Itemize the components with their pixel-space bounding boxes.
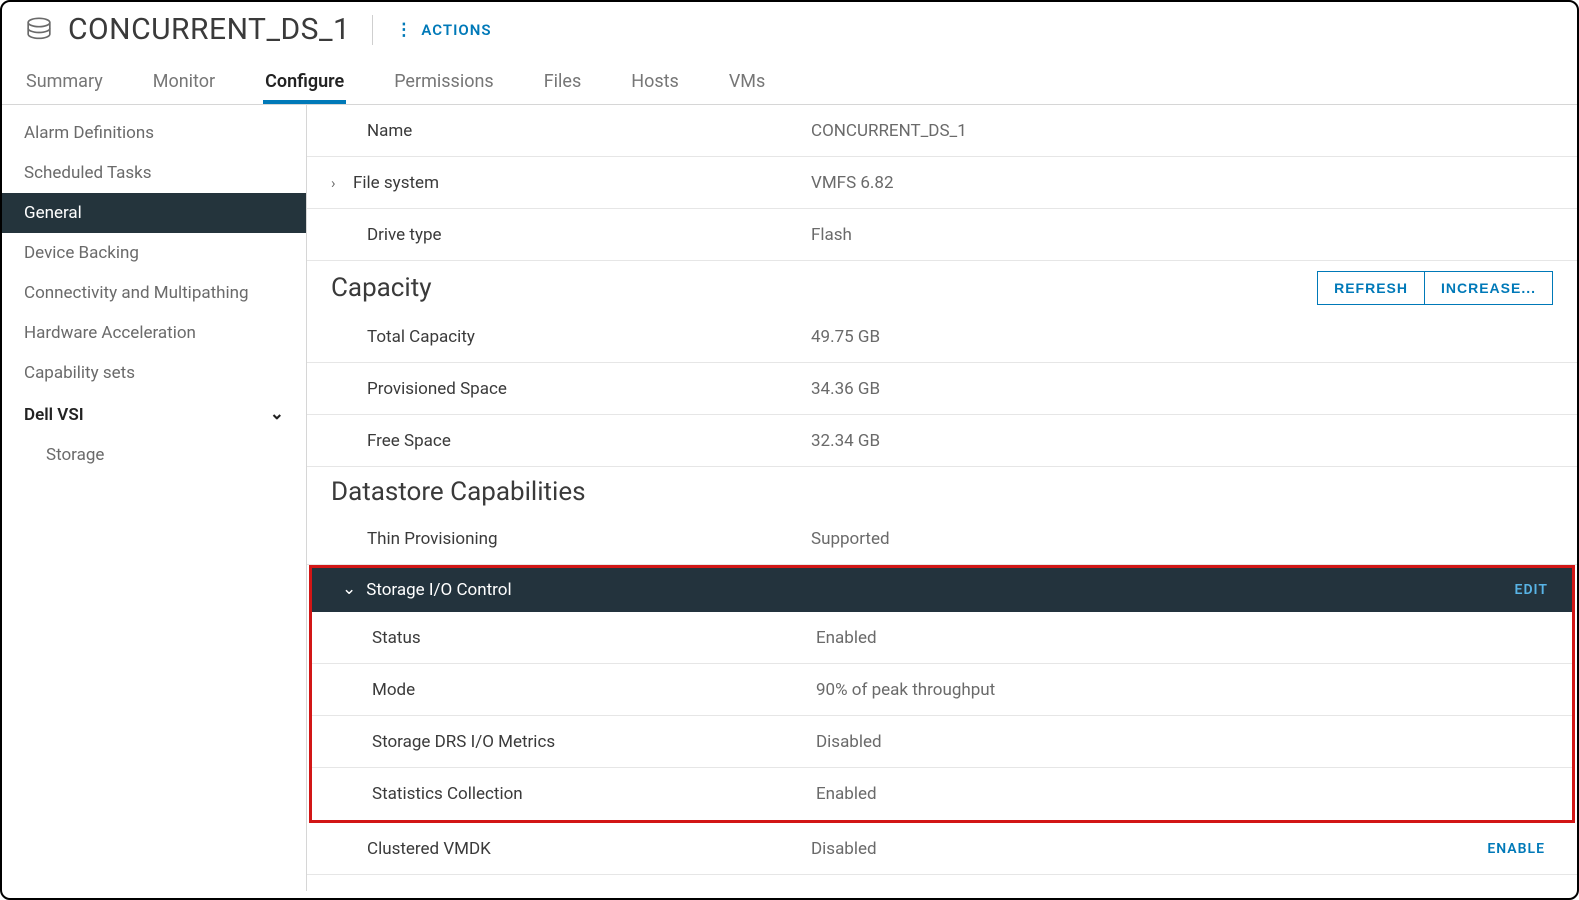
chevron-down-icon: ⌄	[270, 404, 284, 424]
prop-row-sioc-status: Status Enabled	[312, 612, 1572, 664]
prop-row-sioc-mode: Mode 90% of peak throughput	[312, 664, 1572, 716]
prop-value: Supported	[811, 529, 1553, 549]
sidebar-item-device-backing[interactable]: Device Backing	[2, 233, 306, 273]
tab-configure[interactable]: Configure	[263, 61, 346, 104]
prop-value: Disabled	[811, 839, 1487, 859]
prop-label: Total Capacity	[331, 327, 811, 347]
sidebar-group-dell-vsi[interactable]: Dell VSI ⌄	[2, 393, 306, 435]
prop-value: Enabled	[816, 784, 1548, 804]
main-panel: Name CONCURRENT_DS_1 ›File system VMFS 6…	[307, 105, 1577, 891]
page-title: CONCURRENT_DS_1	[68, 12, 350, 47]
section-title: Datastore Capabilities	[331, 477, 586, 507]
sidebar-item-connectivity-multipathing[interactable]: Connectivity and Multipathing	[2, 273, 306, 313]
prop-value: Flash	[811, 225, 1553, 245]
sidebar-item-capability-sets[interactable]: Capability sets	[2, 353, 306, 393]
divider	[372, 15, 373, 45]
tab-permissions[interactable]: Permissions	[392, 61, 496, 104]
prop-row-name: Name CONCURRENT_DS_1	[307, 105, 1577, 157]
prop-label: Provisioned Space	[331, 379, 811, 399]
sidebar-item-hardware-acceleration[interactable]: Hardware Acceleration	[2, 313, 306, 353]
prop-row-provisioned-space: Provisioned Space 34.36 GB	[307, 363, 1577, 415]
prop-label: Drive type	[331, 225, 811, 245]
prop-label: ›File system	[331, 173, 811, 193]
prop-row-file-system[interactable]: ›File system VMFS 6.82	[307, 157, 1577, 209]
prop-label: Thin Provisioning	[331, 529, 811, 549]
prop-label: Statistics Collection	[336, 784, 816, 804]
enable-button[interactable]: ENABLE	[1487, 841, 1553, 857]
kebab-icon: ⋮	[395, 26, 413, 34]
sidebar-item-general[interactable]: General	[2, 193, 306, 233]
storage-io-control-highlight: ⌄ Storage I/O Control EDIT Status Enable…	[309, 565, 1575, 823]
chevron-right-icon: ›	[331, 174, 343, 192]
refresh-button[interactable]: REFRESH	[1317, 271, 1425, 305]
prop-row-free-space: Free Space 32.34 GB	[307, 415, 1577, 467]
prop-label: Mode	[336, 680, 816, 700]
prop-label: Name	[331, 121, 811, 141]
tab-summary[interactable]: Summary	[24, 61, 105, 104]
sioc-header-label: Storage I/O Control	[366, 580, 511, 600]
prop-row-thin-provisioning: Thin Provisioning Supported	[307, 513, 1577, 565]
prop-label: Storage DRS I/O Metrics	[336, 732, 816, 752]
datastore-icon	[24, 15, 54, 45]
prop-value: CONCURRENT_DS_1	[811, 121, 1553, 141]
actions-menu-button[interactable]: ⋮ ACTIONS	[395, 21, 491, 39]
sidebar-item-alarm-definitions[interactable]: Alarm Definitions	[2, 113, 306, 153]
prop-value: Disabled	[816, 732, 1548, 752]
prop-row-clustered-vmdk: Clustered VMDK Disabled ENABLE	[307, 823, 1577, 875]
capacity-buttons: REFRESH INCREASE...	[1317, 271, 1553, 305]
prop-row-drive-type: Drive type Flash	[307, 209, 1577, 261]
sidebar-item-scheduled-tasks[interactable]: Scheduled Tasks	[2, 153, 306, 193]
prop-value: VMFS 6.82	[811, 173, 1553, 193]
prop-value: 49.75 GB	[811, 327, 1553, 347]
prop-label: Clustered VMDK	[331, 839, 811, 859]
prop-label: Status	[336, 628, 816, 648]
section-header-capacity: Capacity REFRESH INCREASE...	[307, 261, 1577, 311]
tab-monitor[interactable]: Monitor	[151, 61, 217, 104]
tab-hosts[interactable]: Hosts	[629, 61, 681, 104]
increase-button[interactable]: INCREASE...	[1425, 271, 1553, 305]
content: Alarm Definitions Scheduled Tasks Genera…	[2, 105, 1577, 891]
prop-value: 34.36 GB	[811, 379, 1553, 399]
sidebar: Alarm Definitions Scheduled Tasks Genera…	[2, 105, 307, 891]
tab-bar: Summary Monitor Configure Permissions Fi…	[2, 53, 1577, 105]
prop-row-sioc-stats: Statistics Collection Enabled	[312, 768, 1572, 820]
row-storage-io-control[interactable]: ⌄ Storage I/O Control EDIT	[312, 568, 1572, 612]
actions-label: ACTIONS	[421, 21, 491, 39]
page-header: CONCURRENT_DS_1 ⋮ ACTIONS	[2, 2, 1577, 53]
prop-value: Enabled	[816, 628, 1548, 648]
section-title: Capacity	[331, 273, 432, 303]
prop-row-total-capacity: Total Capacity 49.75 GB	[307, 311, 1577, 363]
prop-label: Free Space	[331, 431, 811, 451]
sidebar-group-label: Dell VSI	[24, 405, 84, 425]
tab-vms[interactable]: VMs	[727, 61, 767, 104]
prop-row-sioc-drs: Storage DRS I/O Metrics Disabled	[312, 716, 1572, 768]
prop-value: 90% of peak throughput	[816, 680, 1548, 700]
sidebar-item-storage[interactable]: Storage	[2, 435, 306, 475]
chevron-down-icon: ⌄	[342, 579, 356, 599]
edit-button[interactable]: EDIT	[1515, 582, 1548, 598]
tab-files[interactable]: Files	[542, 61, 584, 104]
prop-value: 32.34 GB	[811, 431, 1553, 451]
section-header-capabilities: Datastore Capabilities	[307, 467, 1577, 513]
